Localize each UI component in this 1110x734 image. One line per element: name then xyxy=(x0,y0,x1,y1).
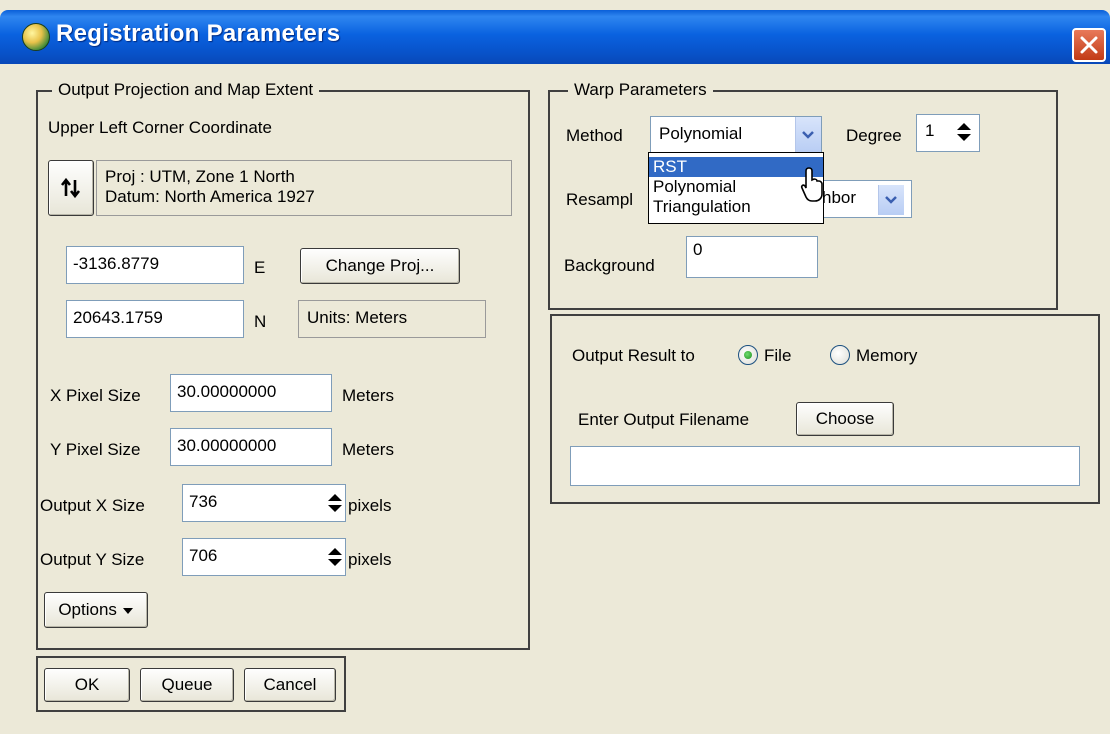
options-label: Options xyxy=(58,600,117,619)
method-option[interactable]: Polynomial xyxy=(649,177,823,197)
datum-line: Datum: North America 1927 xyxy=(105,187,315,206)
output-y-spinner-icon[interactable] xyxy=(326,546,344,568)
output-x-size-label: Output X Size xyxy=(40,496,145,515)
memory-radio[interactable] xyxy=(830,345,850,365)
northing-unit-label: N xyxy=(254,312,267,331)
output-filename-label: Enter Output Filename xyxy=(578,410,750,429)
radio-selected-dot xyxy=(744,351,752,359)
ok-button[interactable]: OK xyxy=(44,668,130,702)
window-title: Registration Parameters xyxy=(56,20,341,47)
output-result-label: Output Result to xyxy=(572,346,695,365)
method-option[interactable]: Triangulation xyxy=(649,197,823,217)
file-radio[interactable] xyxy=(738,345,758,365)
choose-button[interactable]: Choose xyxy=(796,402,894,436)
output-filename-input[interactable] xyxy=(570,446,1080,486)
method-select[interactable]: Polynomial xyxy=(650,116,822,154)
options-button[interactable]: Options xyxy=(44,592,148,628)
y-pixel-size-label: Y Pixel Size xyxy=(50,440,141,459)
title-bar[interactable]: Registration Parameters xyxy=(0,10,1110,64)
easting-unit-label: E xyxy=(254,258,266,277)
output-x-spinner-icon[interactable] xyxy=(326,492,344,514)
background-input[interactable]: 0 xyxy=(686,236,818,278)
memory-radio-label[interactable]: Memory xyxy=(856,346,917,366)
y-pixel-unit-label: Meters xyxy=(342,440,394,459)
northing-input[interactable]: 20643.1759 xyxy=(66,300,244,338)
method-dropdown-button[interactable] xyxy=(795,117,821,153)
dropdown-arrow-icon xyxy=(122,607,133,614)
file-radio-label[interactable]: File xyxy=(764,346,791,366)
method-label: Method xyxy=(566,126,623,145)
chevron-down-icon xyxy=(885,196,897,204)
output-projection-legend: Output Projection and Map Extent xyxy=(52,80,320,100)
output-y-size-input[interactable]: 706 xyxy=(182,538,346,576)
background-label: Background xyxy=(564,256,655,275)
degree-label: Degree xyxy=(846,126,902,145)
projection-info-box: Proj : UTM, Zone 1 North Datum: North Am… xyxy=(96,160,512,216)
method-option[interactable]: RST xyxy=(649,157,823,177)
mouse-cursor-icon xyxy=(800,167,823,202)
cancel-button[interactable]: Cancel xyxy=(244,668,336,702)
resampling-dropdown-button[interactable] xyxy=(878,185,904,215)
output-y-unit-label: pixels xyxy=(348,550,392,569)
degree-spinner-icon[interactable] xyxy=(955,121,973,143)
close-button[interactable] xyxy=(1072,28,1106,62)
output-x-size-input[interactable]: 736 xyxy=(182,484,346,522)
resampling-value: hbor xyxy=(822,188,857,207)
x-pixel-size-input[interactable]: 30.00000000 xyxy=(170,374,332,412)
easting-input[interactable]: -3136.8779 xyxy=(66,246,244,284)
method-value: Polynomial xyxy=(659,124,743,143)
degree-input[interactable]: 1 xyxy=(916,114,980,152)
resampling-label: Resampl xyxy=(566,190,634,209)
y-pixel-size-input[interactable]: 30.00000000 xyxy=(170,428,332,466)
output-y-size-label: Output Y Size xyxy=(40,550,145,569)
registration-dialog: Registration Parameters Output Projectio… xyxy=(0,0,1110,734)
upper-left-coord-label: Upper Left Corner Coordinate xyxy=(48,118,272,137)
x-pixel-size-label: X Pixel Size xyxy=(50,386,141,405)
degree-value: 1 xyxy=(925,121,935,140)
chevron-down-icon xyxy=(802,131,814,139)
change-proj-button[interactable]: Change Proj... xyxy=(300,248,460,284)
method-dropdown-list: RST Polynomial Triangulation xyxy=(648,152,824,224)
output-x-unit-label: pixels xyxy=(348,496,392,515)
units-display: Units: Meters xyxy=(298,300,486,338)
globe-icon xyxy=(22,23,50,51)
warp-parameters-legend: Warp Parameters xyxy=(568,80,713,100)
close-icon xyxy=(1080,36,1098,54)
queue-button[interactable]: Queue xyxy=(140,668,234,702)
x-pixel-unit-label: Meters xyxy=(342,386,394,405)
swap-button[interactable] xyxy=(48,160,94,216)
swap-arrows-icon xyxy=(60,177,81,199)
projection-line: Proj : UTM, Zone 1 North xyxy=(105,167,295,186)
